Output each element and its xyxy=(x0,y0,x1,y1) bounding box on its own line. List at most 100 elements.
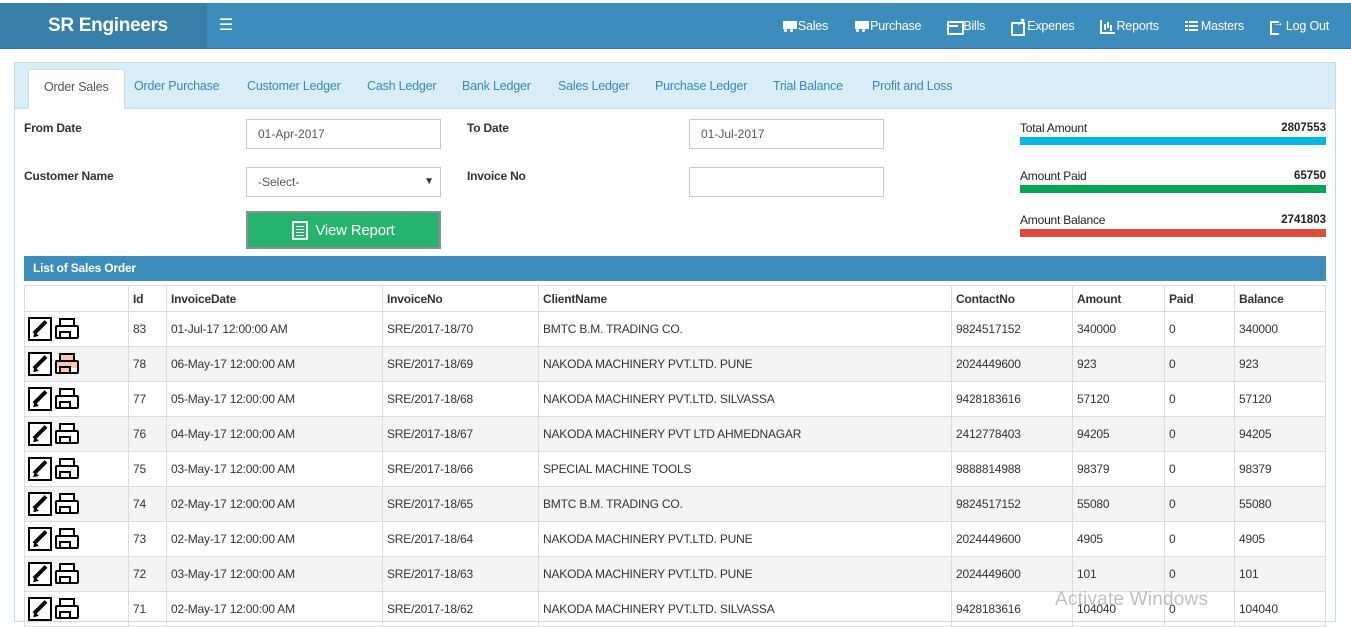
nav-expenses[interactable]: Expenes xyxy=(1011,16,1075,36)
table-row[interactable]: 78 06-May-17 12:00:00 AM SRE/2017-18/69 NAK… xyxy=(24,346,1326,382)
print-icon[interactable] xyxy=(54,422,79,446)
edit-icon[interactable] xyxy=(28,422,52,446)
tab-customer-ledger[interactable]: Customer Ledger xyxy=(232,69,356,109)
cell-amount: 57120 xyxy=(1072,381,1165,417)
cell-balance: 55080 xyxy=(1234,486,1326,522)
cell-id: 74 xyxy=(128,486,167,522)
cell-date: 05-May-17 12:00:00 AM xyxy=(166,381,383,417)
nav-masters[interactable]: Masters xyxy=(1184,19,1244,33)
row-actions xyxy=(24,591,129,627)
tab-cash-ledger[interactable]: Cash Ledger xyxy=(352,69,451,109)
cell-date: 06-May-17 12:00:00 AM xyxy=(166,346,383,382)
edit-icon[interactable] xyxy=(28,352,52,376)
nav-logout[interactable]: Log Out xyxy=(1269,17,1329,35)
edit-icon[interactable] xyxy=(28,527,52,551)
table-row[interactable]: 72 03-May-17 12:00:00 AM SRE/2017-18/63 NAK… xyxy=(24,556,1326,592)
row-actions xyxy=(24,346,129,382)
col-actions xyxy=(24,285,129,312)
amount-balance-value: 2741803 xyxy=(1281,214,1326,226)
table-row[interactable]: 83 01-Jul-17 12:00:00 AM SRE/2017-18/70 BMT… xyxy=(24,311,1326,347)
cell-balance: 104040 xyxy=(1234,591,1326,627)
print-icon[interactable] xyxy=(54,562,79,586)
cell-id: 75 xyxy=(128,451,167,487)
print-paper-shape xyxy=(59,576,71,584)
nav-bills[interactable]: Bills xyxy=(947,18,986,35)
cell-amount: 94205 xyxy=(1072,416,1165,452)
menu-toggle-icon[interactable]: ☰ xyxy=(216,16,236,36)
row-actions xyxy=(24,416,129,452)
table-row[interactable]: 74 02-May-17 12:00:00 AM SRE/2017-18/65 BMT… xyxy=(24,486,1326,522)
view-report-button[interactable]: View Report xyxy=(246,211,441,249)
cell-invoice: SRE/2017-18/66 xyxy=(382,451,539,487)
view-report-label: View Report xyxy=(315,221,395,239)
cell-id: 78 xyxy=(128,346,167,382)
cell-client: NAKODA MACHINERY PVT.LTD. PUNE xyxy=(538,521,952,557)
row-actions xyxy=(24,311,129,347)
to-date-input[interactable]: 01-Jul-2017 xyxy=(689,119,884,149)
external-link-icon xyxy=(1011,16,1025,36)
cell-balance: 923 xyxy=(1234,346,1326,382)
cell-client: BMTC B.M. TRADING CO. xyxy=(538,486,952,522)
tab-profit-and-loss[interactable]: Profit and Loss xyxy=(857,69,967,109)
from-date-label: From Date xyxy=(24,121,82,135)
nav-purchase[interactable]: Purchase xyxy=(854,19,922,33)
cell-client: NAKODA MACHINERY PVT.LTD. SILVASSA xyxy=(538,591,952,627)
cell-balance: 4905 xyxy=(1234,521,1326,557)
edit-icon[interactable] xyxy=(28,492,52,516)
amount-paid-label: Amount Paid xyxy=(1020,169,1087,183)
cell-invoice: SRE/2017-18/67 xyxy=(382,416,539,452)
cell-id: 77 xyxy=(128,381,167,417)
edit-icon[interactable] xyxy=(28,317,52,341)
col-amount: Amount xyxy=(1072,285,1165,312)
table-row[interactable]: 76 04-May-17 12:00:00 AM SRE/2017-18/67 NAK… xyxy=(24,416,1326,452)
nav-bills-label: Bills xyxy=(963,18,986,33)
print-icon[interactable] xyxy=(54,597,79,621)
col-paid: Paid xyxy=(1164,285,1235,312)
cell-client: NAKODA MACHINERY PVT.LTD. PUNE xyxy=(538,556,952,592)
cell-contact: 9824517152 xyxy=(951,486,1073,522)
print-icon[interactable] xyxy=(54,387,79,411)
print-paper-shape xyxy=(59,401,71,409)
nav-links: Sales Purchase Bills Expenes Reports Mas… xyxy=(756,3,1329,48)
tab-order-purchase[interactable]: Order Purchase xyxy=(119,69,234,109)
print-icon[interactable] xyxy=(54,527,79,551)
table-row[interactable]: 73 02-May-17 12:00:00 AM SRE/2017-18/64 NAK… xyxy=(24,521,1326,557)
customer-select-value: -Select- xyxy=(258,175,300,189)
customer-name-select[interactable]: -Select- ▼ xyxy=(246,167,441,197)
print-icon[interactable] xyxy=(54,492,79,516)
sales-order-table: Id InvoiceDate InvoiceNo ClientName Cont… xyxy=(24,285,1326,627)
windows-activation-watermark: Activate Windows xyxy=(1055,589,1209,610)
edit-icon[interactable] xyxy=(28,562,52,586)
print-paper-shape xyxy=(59,471,71,479)
edit-icon[interactable] xyxy=(28,597,52,621)
print-icon[interactable] xyxy=(54,457,79,481)
tab-sales-ledger[interactable]: Sales Ledger xyxy=(543,69,644,109)
edit-icon[interactable] xyxy=(28,457,52,481)
tab-purchase-ledger[interactable]: Purchase Ledger xyxy=(640,69,762,109)
tab-trial-balance[interactable]: Trial Balance xyxy=(758,69,858,109)
cell-id: 83 xyxy=(128,311,167,347)
table-header-row: Id InvoiceDate InvoiceNo ClientName Cont… xyxy=(24,285,1326,312)
cell-client: NAKODA MACHINERY PVT LTD AHMEDNAGAR xyxy=(538,416,952,452)
from-date-input[interactable]: 01-Apr-2017 xyxy=(246,119,441,149)
table-row[interactable]: 77 05-May-17 12:00:00 AM SRE/2017-18/68 NAK… xyxy=(24,381,1326,417)
invoice-no-input[interactable] xyxy=(689,167,884,197)
col-contact-no: ContactNo xyxy=(951,285,1073,312)
edit-icon[interactable] xyxy=(28,387,52,411)
cell-contact: 2024449600 xyxy=(951,521,1073,557)
tab-order-sales[interactable]: Order Sales xyxy=(28,69,125,109)
print-icon[interactable] xyxy=(54,317,79,341)
cell-date: 02-May-17 12:00:00 AM xyxy=(166,591,383,627)
row-actions xyxy=(24,521,129,557)
print-paper-shape xyxy=(59,436,71,444)
customer-name-label: Customer Name xyxy=(24,169,114,183)
nav-reports[interactable]: Reports xyxy=(1100,19,1159,34)
print-icon[interactable] xyxy=(54,352,79,376)
row-actions xyxy=(24,556,129,592)
brand-title[interactable]: SR Engineers xyxy=(0,3,207,48)
amount-balance-bar xyxy=(1020,229,1326,237)
table-row[interactable]: 75 03-May-17 12:00:00 AM SRE/2017-18/66 SPE… xyxy=(24,451,1326,487)
tab-bank-ledger[interactable]: Bank Ledger xyxy=(447,69,546,109)
nav-sales[interactable]: Sales xyxy=(782,19,828,33)
cell-contact: 2412778403 xyxy=(951,416,1073,452)
